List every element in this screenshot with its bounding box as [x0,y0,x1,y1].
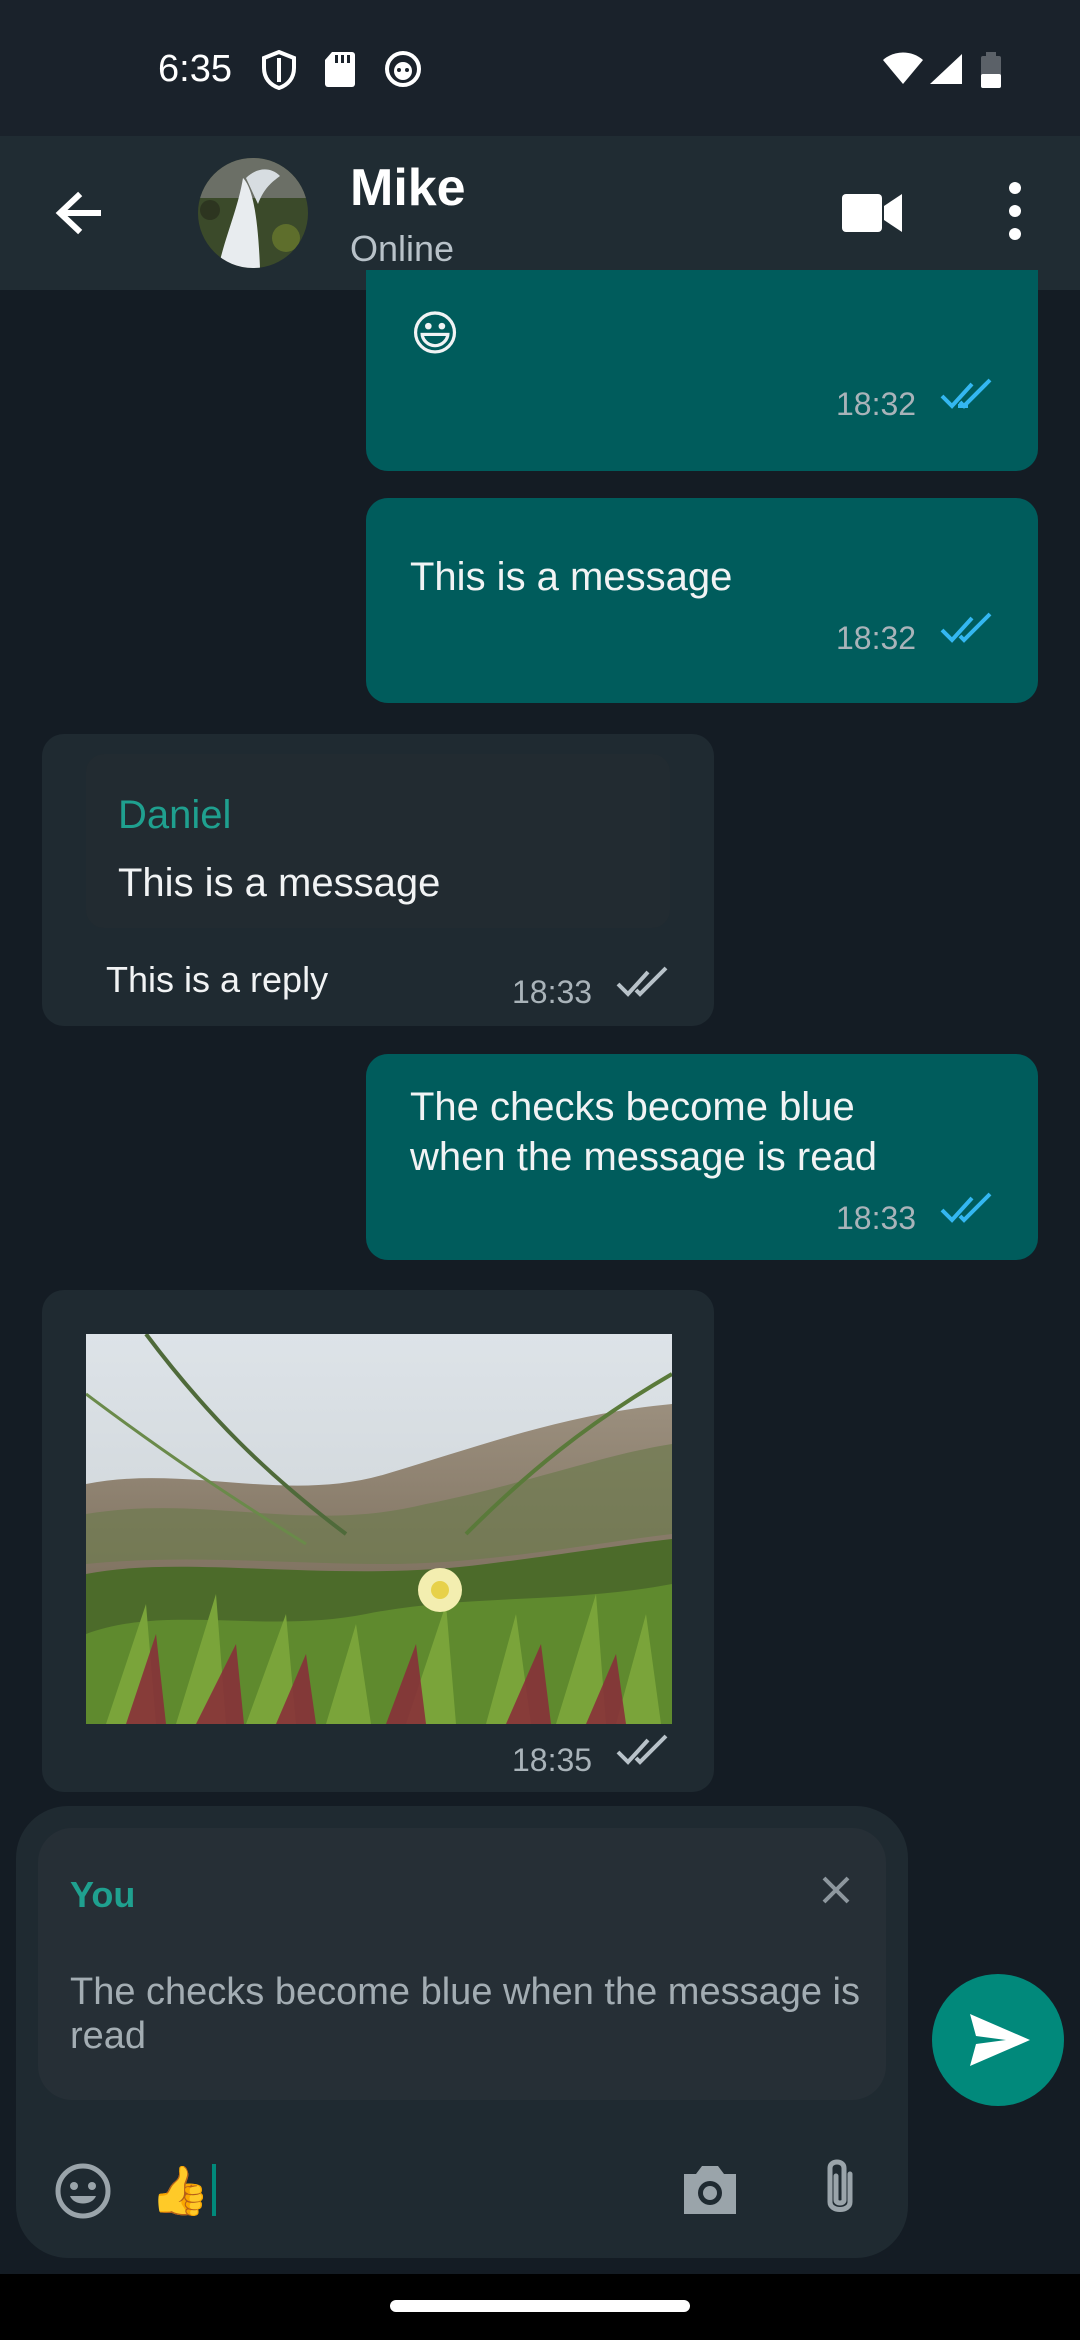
video-call-button[interactable] [840,186,904,240]
reply-preview[interactable]: You The checks become blue when the mess… [38,1828,886,2100]
arrow-back-icon [55,191,101,235]
message-time: 18:32 [836,386,917,422]
quote-author: Daniel [118,793,232,837]
sd-card-icon [324,50,356,93]
more-vert-icon [1009,182,1021,240]
double-check-delivered-icon [616,966,672,1005]
back-button[interactable] [44,178,114,248]
double-check-read-icon [940,378,996,417]
message-bubble-incoming[interactable]: Daniel This is a message This is a reply… [42,734,714,1026]
quoted-message[interactable]: Daniel This is a message [86,754,670,928]
message-time: 18:33 [836,1200,917,1236]
app-notification-icon [384,50,422,93]
text-cursor [211,2164,216,2216]
status-time: 6:35 [158,48,232,90]
video-camera-icon [842,194,902,232]
reply-preview-text-line-2: read [70,2015,147,2057]
chat-header: Mike Online [0,136,1080,290]
message-bubble-outgoing[interactable]: The checks become blue when the message … [366,1054,1038,1260]
quote-text: This is a message [118,861,441,905]
signal-icon [928,52,964,91]
message-time: 18:35 [512,1742,593,1778]
send-icon [970,2014,1030,2066]
message-text-line-1: The checks become blue [410,1085,855,1129]
camera-icon [684,2166,736,2214]
more-options-button[interactable] [995,176,1035,246]
emoji-button[interactable] [54,2162,112,2225]
message-time: 18:33 [512,974,593,1010]
message-composer: You The checks become blue when the mess… [16,1806,908,2258]
close-icon [822,1876,850,1904]
shield-icon [262,49,296,95]
message-time: 18:32 [836,620,917,656]
message-input[interactable]: 👍 [150,2158,216,2222]
status-bar: 6:35 [0,0,1080,136]
reply-preview-author: You [70,1874,136,1915]
home-indicator[interactable] [390,2300,690,2312]
paperclip-icon [827,2159,853,2212]
contact-name[interactable]: Mike [350,158,466,218]
message-text: 😃 [410,308,461,361]
message-image[interactable] [86,1334,672,1724]
message-bubble-outgoing[interactable]: This is a message 18:32 [366,498,1038,703]
message-text: This is a message [410,555,733,599]
camera-button[interactable] [680,2162,740,2223]
attach-button[interactable] [818,2156,862,2227]
message-input-value: 👍 [150,2164,210,2218]
chat-screen: 6:35 Mike Online 😃 18:32 This is a messa… [0,0,1080,2340]
contact-status: Online [350,228,455,269]
wifi-icon [882,52,924,91]
reply-preview-text-line-1: The checks become blue when the message … [70,1971,860,2013]
battery-icon [980,52,1002,93]
double-check-delivered-icon [616,1734,672,1773]
double-check-read-icon [940,1192,996,1231]
avatar[interactable] [198,158,308,268]
double-check-read-icon [940,612,996,651]
message-bubble-outgoing[interactable]: 😃 18:32 [366,270,1038,471]
message-text-line-2: when the message is read [410,1135,877,1179]
emoji-icon [55,2163,111,2219]
send-button[interactable] [932,1974,1064,2106]
close-reply-button[interactable] [818,1872,854,1913]
message-bubble-incoming-image[interactable]: 18:35 [42,1290,714,1792]
message-text: This is a reply [106,959,329,1000]
